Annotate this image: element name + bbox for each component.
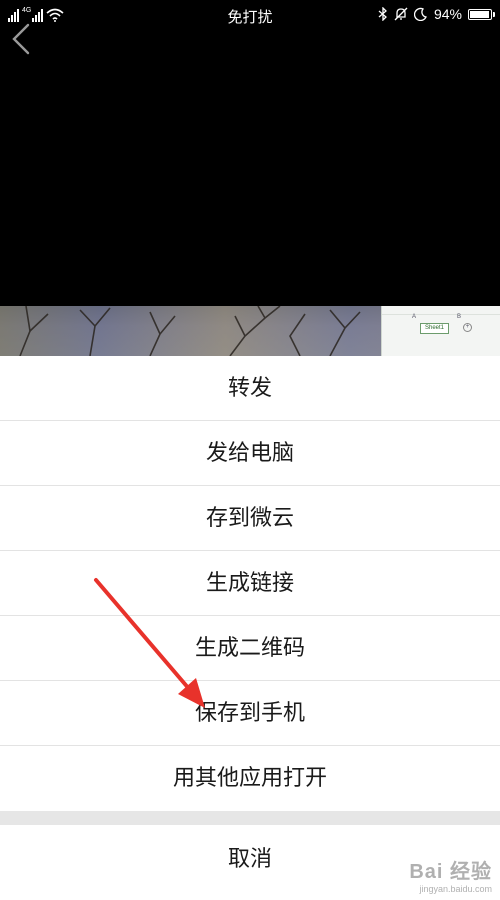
- excel-sheet-thumbnail: A B Sheet1 +: [381, 306, 500, 356]
- excel-add-sheet-icon: +: [463, 323, 472, 332]
- status-bar: 4G 免打扰 94%: [0, 0, 500, 30]
- menu-item-send-to-computer[interactable]: 发给电脑: [0, 421, 500, 486]
- baidu-jingyan-watermark: Bai 经验 jingyan.baidu.com: [409, 855, 492, 894]
- share-action-sheet: 转发 发给电脑 存到微云 生成链接 生成二维码 保存到手机 用其他应用打开 取消: [0, 356, 500, 895]
- chevron-left-icon: [12, 23, 30, 55]
- file-preview-area: [0, 0, 500, 356]
- bluetooth-icon: [378, 7, 387, 21]
- moon-icon: [413, 7, 427, 21]
- sheet-separator: [0, 811, 500, 825]
- watermark-brand: Bai 经验: [409, 861, 492, 883]
- share-screen: A B Sheet1 + 4G 免打扰 94% 转发 发给电脑 存到微云 生成链…: [0, 0, 500, 900]
- menu-item-forward[interactable]: 转发: [0, 356, 500, 421]
- menu-item-open-with-other-app[interactable]: 用其他应用打开: [0, 746, 500, 811]
- menu-item-generate-link[interactable]: 生成链接: [0, 551, 500, 616]
- status-icons-right: 94%: [378, 6, 495, 22]
- menu-item-save-to-phone[interactable]: 保存到手机: [0, 681, 500, 746]
- excel-column-header: [382, 314, 500, 315]
- menu-item-generate-qrcode[interactable]: 生成二维码: [0, 616, 500, 681]
- battery-percentage: 94%: [433, 6, 462, 22]
- excel-sheet-tab: Sheet1: [420, 323, 450, 334]
- watermark-url: jingyan.baidu.com: [419, 884, 492, 894]
- excel-col-b: B: [457, 314, 462, 320]
- battery-level-fill: [470, 10, 489, 18]
- excel-col-a: A: [412, 314, 417, 320]
- battery-icon: [468, 8, 495, 20]
- menu-item-save-to-weiyun[interactable]: 存到微云: [0, 486, 500, 551]
- back-button[interactable]: [8, 22, 36, 56]
- mute-bell-icon: [394, 7, 408, 21]
